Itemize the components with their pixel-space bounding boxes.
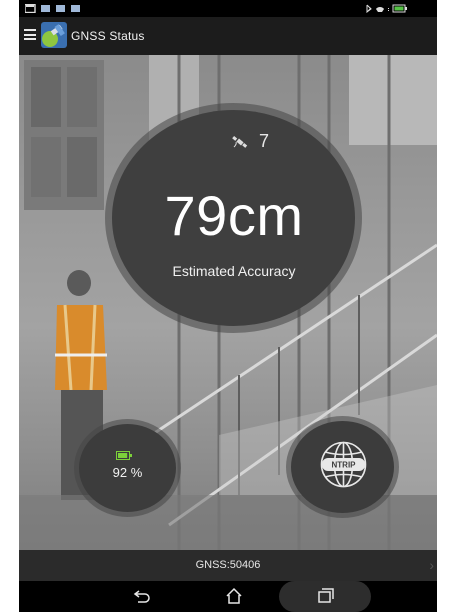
device-screen: GNSS Status 7 79cm Estimated Accuracy 92… xyxy=(19,0,437,612)
home-icon[interactable] xyxy=(224,587,244,605)
satellite-icon xyxy=(232,135,248,148)
ntrip-label: NTRIP xyxy=(332,461,357,470)
notification-icons xyxy=(25,4,80,13)
gnss-id-text: GNSS:50406 xyxy=(195,559,261,571)
back-icon[interactable] xyxy=(132,587,152,605)
system-status-icons xyxy=(366,4,407,13)
battery-level-text: 92 % xyxy=(112,465,143,480)
accuracy-value: 79cm xyxy=(164,184,304,247)
battery-icon xyxy=(116,451,132,460)
navigation-bar xyxy=(19,581,437,612)
app-title: GNSS Status xyxy=(71,29,145,43)
ntrip-globe-icon: NTRIP xyxy=(320,441,367,488)
gnss-info-bar[interactable]: GNSS:50406 › xyxy=(19,550,437,581)
recent-apps-icon[interactable] xyxy=(315,587,335,605)
hamburger-icon[interactable] xyxy=(24,29,36,40)
accuracy-label: Estimated Accuracy xyxy=(172,263,296,279)
chevron-right-icon: › xyxy=(429,557,434,573)
status-bar xyxy=(19,0,437,17)
app-logo-icon xyxy=(41,22,67,48)
app-bar: GNSS Status xyxy=(19,17,437,55)
satellite-count: 7 xyxy=(259,131,270,151)
